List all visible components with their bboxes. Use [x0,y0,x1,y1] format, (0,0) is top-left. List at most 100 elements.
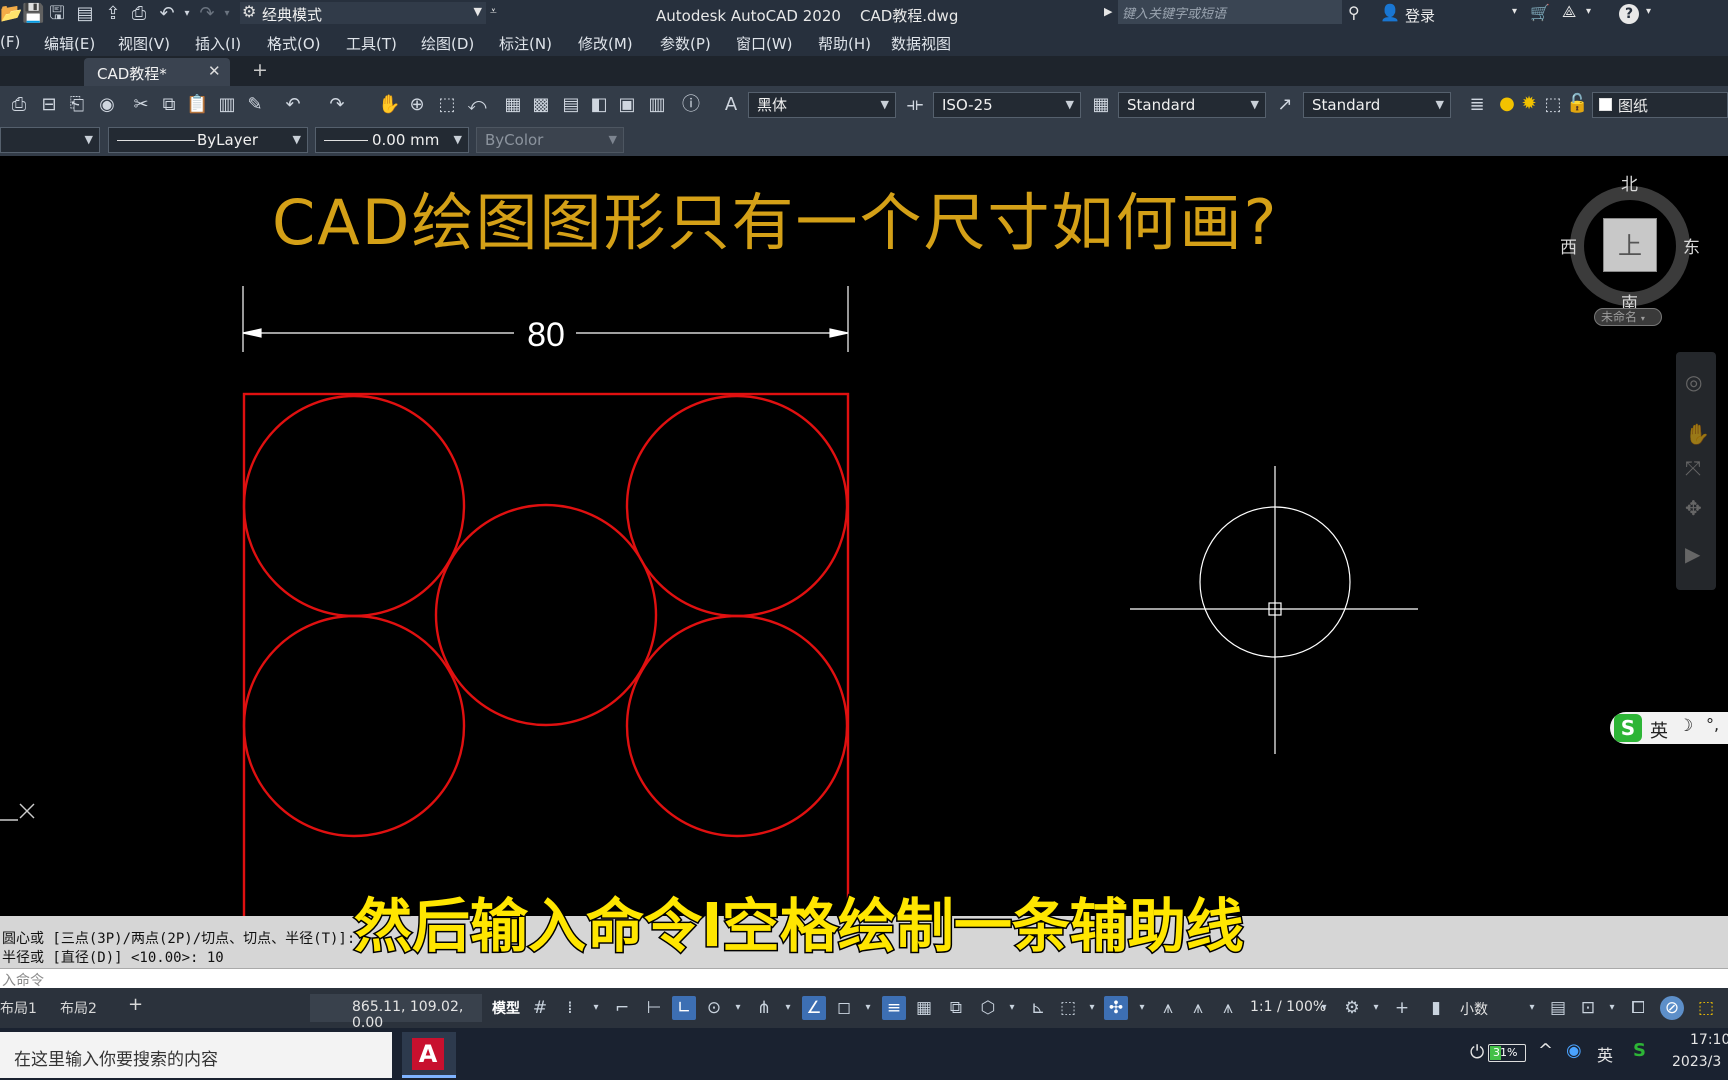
tab-cad-tutorial[interactable]: CAD教程* ✕ [84,58,230,86]
hardware-acceleration-icon[interactable]: ⊘ [1660,996,1684,1020]
selection-filter-icon[interactable]: ⬚ [1056,996,1080,1020]
tray-ime[interactable]: 英 [1597,1042,1613,1066]
transparency-icon[interactable]: ▦ [912,996,936,1020]
viewcube-face-top[interactable]: 上 [1603,218,1657,272]
clock-date[interactable]: 2023/3 [1672,1054,1721,1070]
menu-window[interactable]: 窗口(W) [736,33,793,54]
layer-select[interactable]: ▼ [0,127,100,153]
isometric-dropdown-icon[interactable]: ▾ [776,996,800,1020]
menu-view[interactable]: 视图(V) [118,33,170,54]
redo-dropdown-icon[interactable]: ▾ [216,3,238,25]
a360-dropdown-icon[interactable]: ▾ [1586,6,1591,17]
match-properties-icon[interactable]: ▥ [216,94,238,116]
lock-ui-icon[interactable]: ⊡ [1576,996,1600,1020]
redo-icon[interactable]: ↷ [326,94,348,116]
viewcube[interactable]: 北 南 西 东 上 [1560,175,1700,316]
new-tab-button[interactable]: + [252,59,268,81]
sun-icon[interactable]: ✹ [1518,93,1540,115]
tab-layout1[interactable]: 布局1 [0,998,37,1018]
annotation-visibility-icon[interactable]: ⩚ [1156,996,1180,1020]
menu-tools[interactable]: 工具(T) [346,33,397,54]
text-style-icon[interactable]: A [720,94,742,116]
copy-icon[interactable]: ⧉ [158,94,180,116]
pan-icon[interactable]: ✋ [378,94,400,116]
workspace-selector[interactable]: ⚙ 经典模式 ▼ [240,2,486,24]
isometric-drafting-icon[interactable]: ⋔ [752,996,776,1020]
menu-help[interactable]: 帮助(H) [818,33,871,54]
undo-dropdown-icon[interactable]: ▾ [176,3,198,25]
multileader-style-select[interactable]: Standard ▼ [1303,92,1451,118]
ime-floating-bar[interactable]: S 英 ☽ °, [1610,712,1728,744]
undo-icon[interactable]: ↶ [282,94,304,116]
export-icon[interactable]: ⇪ [102,3,124,25]
showmotion-icon[interactable]: ▶ [1685,542,1700,566]
battery-indicator[interactable]: 31% [1488,1044,1526,1062]
lineweight-icon[interactable]: ≡ [882,996,906,1020]
3d-snap-dropdown-icon[interactable]: ▾ [1000,996,1024,1020]
clean-screen-icon[interactable]: ⬚ [1694,996,1718,1020]
plot-icon[interactable]: ⎙ [8,94,30,116]
zoom-window-icon[interactable]: ⬚ [436,94,458,116]
workspace-dropdown-icon[interactable]: ▾ [1364,996,1388,1020]
coordinates-panel[interactable]: 865.11, 109.02, 0.00 [310,994,482,1031]
dim-style-select[interactable]: ISO-25 ▼ [933,92,1081,118]
user-icon[interactable]: 👤 [1380,3,1400,22]
workspace-gear-icon[interactable]: ⚙ [1340,996,1364,1020]
publish-icon[interactable]: ▤ [74,3,96,25]
table-style-icon[interactable]: ▦ [1090,94,1112,116]
units-value[interactable]: 小数 [1460,999,1488,1019]
text-style-select[interactable]: 黑体 ▼ [748,92,896,118]
lightbulb-icon[interactable]: ● [1496,93,1518,115]
ortho-icon[interactable]: ∟ [672,996,696,1020]
linetype-select[interactable]: ByLayer ▼ [108,127,308,153]
grid-icon[interactable]: # [528,996,552,1020]
binoculars-icon[interactable]: ⚲ [1348,3,1360,22]
menu-draw[interactable]: 绘图(D) [421,33,474,54]
gizmo-dropdown-icon[interactable]: ▾ [1130,996,1154,1020]
menu-parametric[interactable]: 参数(P) [660,33,711,54]
isolate-objects-icon[interactable]: ⧠ [1626,996,1650,1020]
menu-modify[interactable]: 修改(M) [578,33,633,54]
pan-icon[interactable]: ✋ [1685,422,1710,446]
help-dropdown-icon[interactable]: ▾ [1646,6,1651,17]
tray-chevron-up-icon[interactable]: ^ [1538,1040,1553,1061]
menu-insert[interactable]: 插入(I) [195,33,241,54]
command-input[interactable]: 入命令 [0,968,1728,989]
snap-dropdown-icon[interactable]: ▾ [584,996,608,1020]
steering-wheel-icon[interactable]: ◎ [1685,370,1702,394]
calculator-icon[interactable]: ▥ [646,94,668,116]
sogou-tray-icon[interactable]: S [1633,1040,1646,1061]
orbit-icon[interactable]: ✥ [1685,496,1702,520]
quick-properties-icon[interactable]: ▤ [1546,996,1570,1020]
zoom-realtime-icon[interactable]: ⊕ [406,94,428,116]
table-style-select[interactable]: Standard ▼ [1118,92,1266,118]
lock-ui-dropdown-icon[interactable]: ▾ [1600,996,1624,1020]
zoom-previous-icon[interactable]: ⤺ [466,94,488,116]
lineweight-select[interactable]: 0.00 mm ▼ [315,127,469,153]
scale-dropdown-icon[interactable]: ▾ [1312,996,1336,1020]
clock-time[interactable]: 17:10 [1690,1032,1728,1048]
add-layout-button[interactable]: + [128,994,143,1015]
paper-layer-combo[interactable]: 图纸 [1592,92,1728,118]
drawing-canvas[interactable]: CAD绘图图形只有一个尺寸如何画? 80 北 南 西 东 上 未命名 ▾ ◎ ✋… [0,156,1728,960]
properties-icon[interactable]: ▦ [502,94,524,116]
annotation-monitor-icon[interactable]: + [1390,996,1414,1020]
cut-icon[interactable]: ✂ [130,94,152,116]
expand-arrow-icon[interactable]: ▶ [1104,5,1112,18]
freeze-viewport-icon[interactable]: ⬚ [1542,94,1564,116]
tool-palettes-icon[interactable]: ▤ [560,94,582,116]
save-as-icon[interactable]: 🖫 [46,3,68,25]
save-icon[interactable]: 💾 [22,3,44,25]
multileader-style-icon[interactable]: ↗ [1274,94,1296,116]
redo-icon[interactable]: ↷ [196,3,218,25]
zoom-extents-icon[interactable]: ⤧ [1685,456,1701,480]
compass-west[interactable]: 西 [1560,233,1577,258]
checkbox-icon[interactable] [1599,98,1612,111]
menu-dimension[interactable]: 标注(N) [499,33,552,54]
autocad-taskbar-button[interactable]: A [402,1032,456,1078]
polar-dropdown-icon[interactable]: ▾ [726,996,750,1020]
menu-file[interactable]: (F) [0,33,20,51]
snap-icon[interactable]: ⁞ [558,996,582,1020]
taskbar-search-box[interactable]: 在这里输入你要搜索的内容 [0,1032,392,1078]
menu-dataview[interactable]: 数据视图 [891,33,951,54]
